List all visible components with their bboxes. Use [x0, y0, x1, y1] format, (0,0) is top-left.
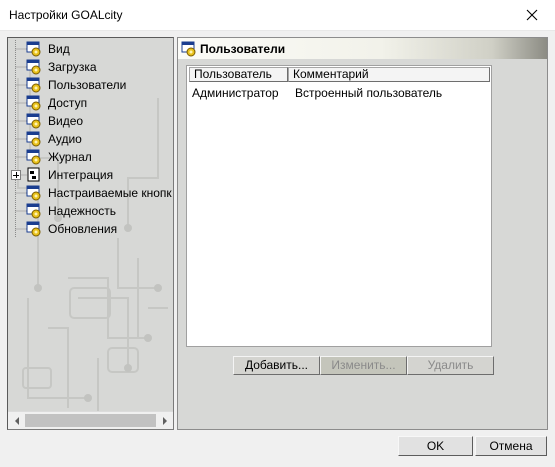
tree-item-label: Видео	[48, 114, 84, 128]
close-icon	[526, 9, 538, 21]
scroll-right-arrow-icon[interactable]	[156, 412, 173, 429]
settings-window-gear-icon	[26, 113, 41, 129]
settings-window-gear-icon	[26, 77, 41, 93]
list-item[interactable]: Администратор Встроенный пользователь	[187, 85, 491, 101]
tree-item[interactable]: Обновления	[8, 220, 173, 238]
settings-window-gear-icon	[26, 185, 41, 201]
settings-window-gear-icon	[26, 203, 41, 219]
close-button[interactable]	[509, 0, 555, 30]
tree-item-label: Настраиваемые кнопк	[48, 186, 172, 200]
tree-item-label: Надежность	[48, 204, 116, 218]
tree-item-label: Вид	[48, 42, 70, 56]
tree-item[interactable]: Пользователи	[8, 76, 173, 94]
user-name-cell: Администратор	[192, 86, 279, 100]
edit-button[interactable]: Изменить...	[320, 356, 407, 375]
add-button[interactable]: Добавить...	[233, 356, 320, 375]
settings-window-gear-icon	[26, 59, 41, 75]
settings-tree[interactable]: Вид Загрузка Пользователи Доступ Видео Аудио Ж…	[7, 37, 174, 430]
tree-horizontal-scrollbar[interactable]	[8, 411, 173, 429]
scroll-left-arrow-icon[interactable]	[8, 412, 25, 429]
panel-title: Пользователи	[200, 42, 286, 56]
settings-window-gear-icon	[26, 41, 41, 57]
settings-window-gear-icon	[26, 149, 41, 165]
users-settings-icon	[181, 41, 196, 57]
tree-item-label: Доступ	[48, 96, 88, 110]
panel-header: Пользователи	[178, 38, 547, 59]
ok-button[interactable]: OK	[398, 436, 473, 456]
tree-item-label: Загрузка	[48, 60, 97, 74]
expand-plus-icon[interactable]	[11, 170, 21, 180]
tree-item[interactable]: Доступ	[8, 94, 173, 112]
tree-item-label: Обновления	[48, 222, 118, 236]
users-list[interactable]: Пользователь Комментарий Администратор В…	[186, 65, 492, 347]
scrollbar-thumb[interactable]	[25, 414, 156, 427]
tree-item[interactable]: Интеграция	[8, 166, 173, 184]
tree-item-label: Пользователи	[48, 78, 127, 92]
tree-item[interactable]: Вид	[8, 40, 173, 58]
column-header-comment[interactable]: Комментарий	[288, 67, 490, 82]
tree-item[interactable]: Надежность	[8, 202, 173, 220]
tree-item-label: Журнал	[48, 150, 92, 164]
column-header-user[interactable]: Пользователь	[189, 67, 288, 82]
user-comment-cell: Встроенный пользователь	[295, 86, 443, 100]
users-panel: Пользователи Пользователь Комментарий Ад…	[177, 37, 548, 430]
tree-item-label: Интеграция	[48, 168, 114, 182]
integration-node-icon	[27, 167, 40, 182]
title-bar: Настройки GOALcity	[0, 0, 555, 31]
settings-window-gear-icon	[26, 95, 41, 111]
tree-item[interactable]: Загрузка	[8, 58, 173, 76]
settings-window-gear-icon	[26, 221, 41, 237]
cancel-button[interactable]: Отмена	[475, 436, 547, 456]
window-title: Настройки GOALcity	[9, 8, 123, 22]
tree-item[interactable]: Аудио	[8, 130, 173, 148]
tree-item[interactable]: Настраиваемые кнопк	[8, 184, 173, 202]
tree-item-label: Аудио	[48, 132, 82, 146]
tree-item[interactable]: Журнал	[8, 148, 173, 166]
list-header: Пользователь Комментарий	[187, 66, 491, 83]
tree-item[interactable]: Видео	[8, 112, 173, 130]
settings-window-gear-icon	[26, 131, 41, 147]
delete-button[interactable]: Удалить	[407, 356, 494, 375]
